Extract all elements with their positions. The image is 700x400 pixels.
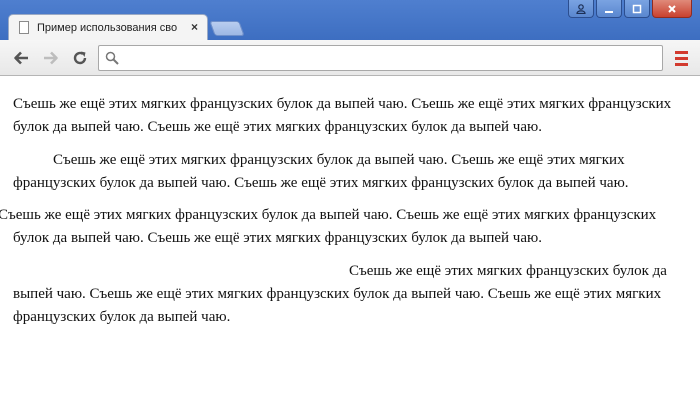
minimize-icon <box>605 10 613 13</box>
forward-arrow-icon <box>44 51 58 65</box>
maximize-icon <box>632 4 642 13</box>
close-window-button[interactable] <box>652 0 692 18</box>
menu-icon-bar <box>674 56 688 60</box>
search-icon <box>105 51 119 65</box>
browser-toolbar <box>0 40 700 76</box>
menu-icon-bar <box>674 62 688 66</box>
close-icon <box>668 4 676 13</box>
back-button[interactable] <box>10 47 32 69</box>
browser-tab[interactable]: Пример использования сво × <box>8 14 208 40</box>
menu-icon-bar <box>674 50 688 54</box>
page-content: Съешь же ещё этих мягких французских бул… <box>0 76 700 400</box>
paragraph-large-indent: Съешь же ещё этих мягких французских бул… <box>13 263 667 325</box>
address-bar[interactable] <box>98 45 663 71</box>
tab-title: Пример использования сво <box>37 22 178 34</box>
back-arrow-icon <box>14 51 28 65</box>
window-controls <box>568 0 692 18</box>
maximize-button[interactable] <box>624 0 650 18</box>
paragraph-negative-indent: Съешь же ещё этих мягких французских бул… <box>0 207 657 246</box>
reload-icon <box>73 51 87 65</box>
forward-button[interactable] <box>40 47 62 69</box>
tab-close-icon[interactable]: × <box>191 20 198 34</box>
user-icon <box>576 3 586 14</box>
reload-button[interactable] <box>69 47 91 69</box>
user-profile-button[interactable] <box>568 0 594 18</box>
menu-button[interactable] <box>672 48 690 68</box>
page-icon <box>19 21 29 34</box>
url-input[interactable] <box>123 49 653 67</box>
paragraph-no-indent: Съешь же ещё этих мягких французских бул… <box>13 96 672 135</box>
window-titlebar: Пример использования сво × <box>0 0 700 40</box>
minimize-button[interactable] <box>596 0 622 18</box>
paragraph-positive-indent: Съешь же ещё этих мягких французских бул… <box>13 152 629 191</box>
new-tab-button[interactable] <box>209 21 245 36</box>
